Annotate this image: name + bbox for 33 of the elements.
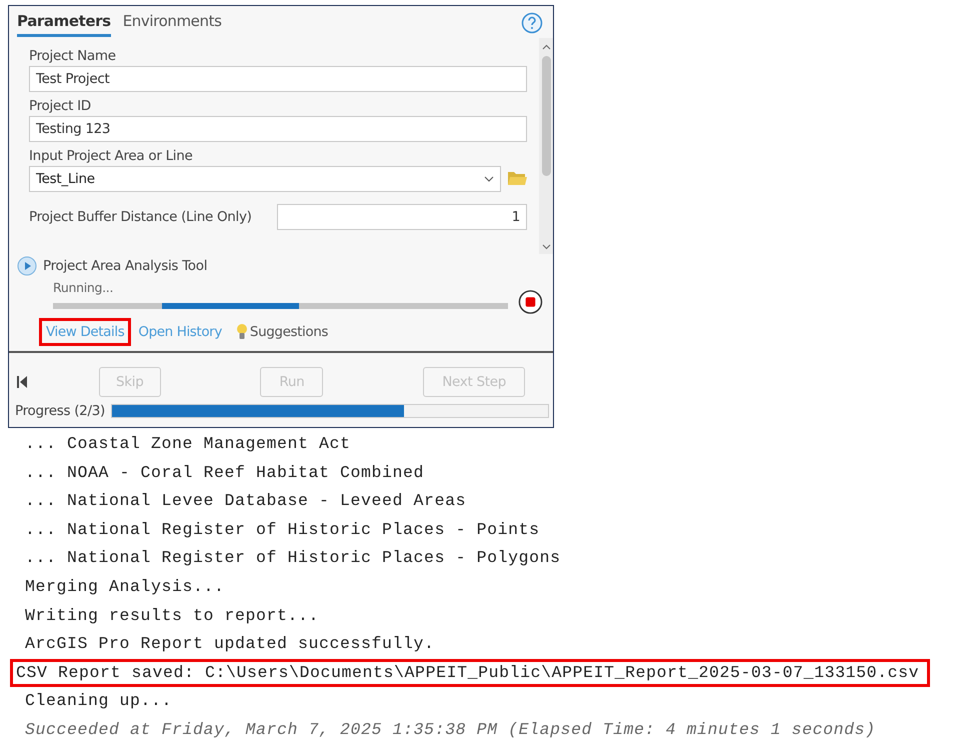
stop-icon[interactable]	[518, 289, 543, 315]
number-field[interactable]: 1	[277, 204, 527, 230]
log-line: ... National Levee Database - Leveed Areas	[24, 490, 468, 512]
first-step-icon[interactable]	[17, 376, 27, 388]
play-icon	[17, 256, 37, 276]
status-text: Running...	[53, 280, 114, 295]
log-line: Merging Analysis...	[24, 576, 226, 598]
log-line: Cleaning up...	[24, 690, 174, 712]
help-icon[interactable]	[521, 12, 543, 34]
text-field[interactable]: Testing 123	[29, 116, 527, 142]
log-line: ... NOAA - Coral Reef Habitat Combined	[24, 462, 426, 484]
chevron-down-icon[interactable]	[542, 244, 550, 250]
field-label: Project Name	[29, 48, 117, 64]
tab[interactable]: Parameters	[17, 12, 111, 37]
log-line: ... National Register of Historic Places - Polygons	[24, 547, 562, 570]
dropdown-field[interactable]: Test_Line	[29, 166, 501, 192]
log-line: ArcGIS Pro Report updated successfully.	[24, 633, 436, 656]
tool-name: Project Area Analysis Tool	[43, 258, 208, 274]
tab[interactable]: Environments	[122, 12, 222, 37]
text-field[interactable]: Test Project	[29, 66, 527, 92]
field-label: Project ID	[29, 98, 92, 114]
field-label: Input Project Area or Line	[29, 148, 194, 164]
suggestions-link[interactable]: Suggestions	[228, 317, 336, 347]
lightbulb-icon	[236, 323, 248, 341]
field-label: Project Buffer Distance (Line Only)	[29, 209, 252, 225]
chevron-down-icon	[484, 176, 494, 182]
log-line: ... Coastal Zone Management Act	[24, 433, 352, 455]
log-line: ... National Register of Historic Places - Points	[24, 518, 541, 541]
log-line: Succeeded at Friday, March 7, 2025 1:35:38 PM (Elapsed Time: 4 minutes 1 seconds)	[24, 718, 877, 741]
log-line: Writing results to report...	[24, 604, 320, 627]
scrollbar[interactable]	[539, 38, 553, 254]
progress-label: Progress (2/3)	[15, 403, 105, 419]
chevron-up-icon[interactable]	[542, 44, 550, 50]
